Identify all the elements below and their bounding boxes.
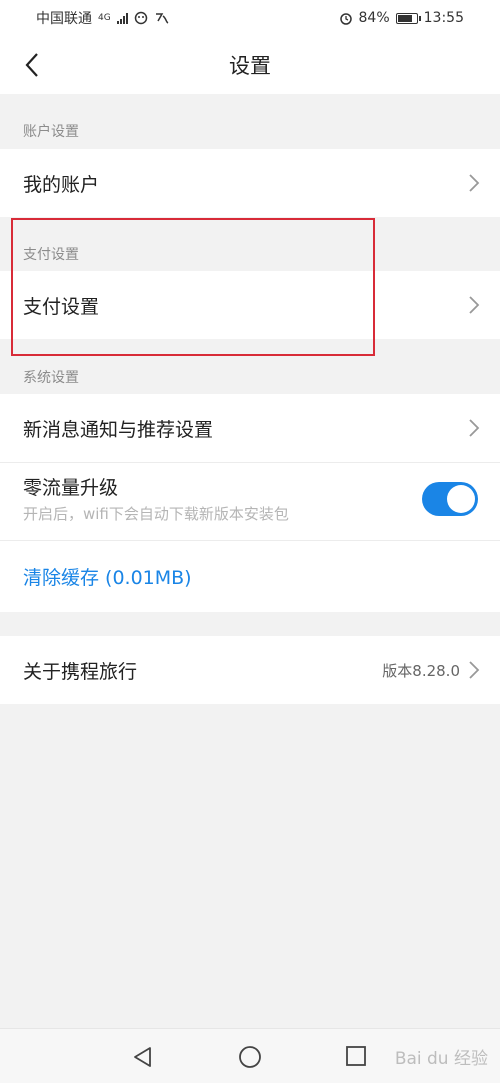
notification-settings-label: 新消息通知与推荐设置 — [23, 418, 214, 441]
clear-cache-label: 清除缓存 (0.01MB) — [23, 567, 192, 589]
top-nav-bar: 设置 — [0, 36, 500, 94]
status-bar: 中国联通 4G 84% 13:55 — [0, 0, 500, 36]
home-circle-icon[interactable] — [238, 1045, 262, 1069]
status-bar-right: 84% 13:55 — [339, 10, 464, 26]
battery-percent: 84% — [358, 10, 390, 26]
toggle-knob — [447, 485, 475, 513]
notification-icon — [134, 11, 147, 25]
watermark: Bai du 经验 — [394, 1049, 488, 1069]
my-account-row[interactable]: 我的账户 — [0, 149, 500, 217]
about-label: 关于携程旅行 — [23, 660, 138, 683]
payment-settings-label: 支付设置 — [23, 295, 100, 318]
my-account-label: 我的账户 — [23, 173, 100, 196]
notification-settings-row[interactable]: 新消息通知与推荐设置 — [0, 394, 500, 462]
section-label-payment: 支付设置 — [23, 247, 79, 263]
chevron-right-icon — [469, 419, 480, 437]
network-type-label: 4G — [98, 12, 111, 23]
chevron-right-icon — [469, 661, 480, 679]
battery-icon — [395, 12, 421, 24]
chevron-right-icon — [469, 296, 480, 314]
about-row[interactable]: 关于携程旅行 版本8.28.0 — [0, 636, 500, 704]
version-label: 版本8.28.0 — [382, 661, 460, 680]
app-notification-icon — [155, 13, 169, 24]
signal-icon — [116, 12, 128, 24]
page-title: 设置 — [229, 54, 271, 78]
recents-square-icon[interactable] — [345, 1045, 367, 1067]
status-bar-left: 中国联通 4G — [36, 8, 170, 28]
payment-settings-row[interactable]: 支付设置 — [0, 271, 500, 339]
back-triangle-icon[interactable] — [131, 1045, 155, 1069]
zero-traffic-toggle[interactable] — [422, 482, 478, 516]
alarm-icon — [339, 13, 352, 25]
clock: 13:55 — [423, 10, 464, 26]
section-label-account: 账户设置 — [23, 124, 79, 140]
section-label-system: 系统设置 — [23, 370, 79, 386]
zero-traffic-label: 零流量升级 — [23, 477, 119, 499]
carrier-label: 中国联通 — [36, 11, 92, 27]
clear-cache-row[interactable]: 清除缓存 (0.01MB) — [0, 541, 500, 612]
zero-traffic-description: 开启后，wifi下会自动下载新版本安装包 — [23, 505, 289, 523]
system-nav-bar: Bai du 经验 — [0, 1028, 500, 1083]
chevron-right-icon — [469, 174, 480, 192]
back-arrow-icon[interactable] — [20, 50, 46, 80]
